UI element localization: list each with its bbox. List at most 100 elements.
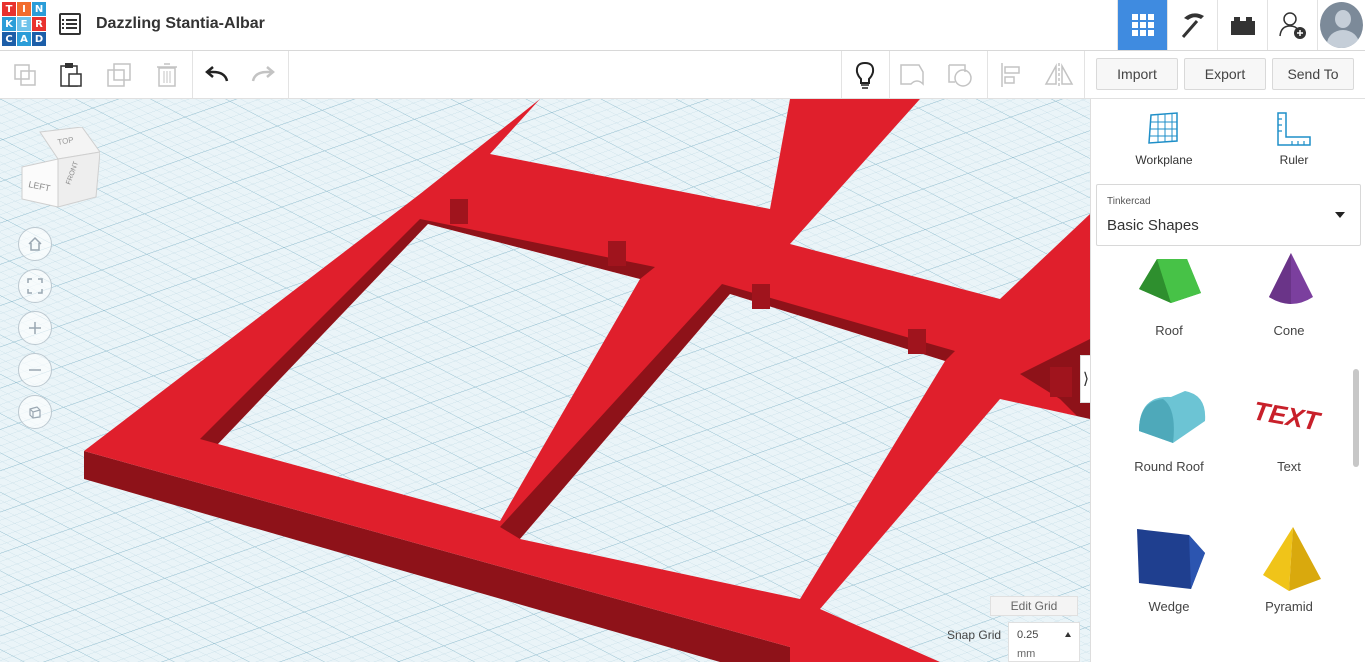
workplane-tool[interactable]: Workplane [1119, 111, 1209, 167]
logo-letter: I [17, 2, 31, 16]
paste-button[interactable] [48, 51, 94, 98]
snap-grid-label: Snap Grid [947, 628, 1002, 642]
workplane-icon [1148, 112, 1178, 144]
text-shape-icon: TEXT [1251, 395, 1324, 436]
duplicate-button[interactable] [96, 51, 142, 98]
logo-letter: E [17, 17, 31, 31]
logo-letter: C [2, 32, 16, 46]
group-button[interactable] [890, 51, 936, 98]
codeblocks-button[interactable] [1167, 0, 1217, 50]
shape-cone[interactable]: Cone [1229, 251, 1349, 338]
shapes-panel: Workplane Ruler Tinkercad Basic Shapes R… [1090, 99, 1365, 662]
ungroup-button[interactable] [938, 51, 984, 98]
logo-letter: A [17, 32, 31, 46]
snap-grid-arrow-icon [1065, 632, 1071, 637]
ruler-icon [1277, 112, 1311, 146]
chevron-right-icon: ⟩ [1082, 371, 1090, 388]
shape-round-roof[interactable]: Round Roof [1109, 387, 1229, 474]
fit-to-view-icon [27, 278, 43, 294]
top-bar: T I N K E R C A D Dazzling Stantia-Albar [0, 0, 1365, 51]
cone-shape-icon [1269, 253, 1313, 304]
align-icon [1001, 62, 1020, 87]
copy-button[interactable] [2, 51, 48, 98]
lego-brick-icon [1230, 17, 1255, 35]
delete-icon [157, 62, 177, 87]
shape-label: Roof [1155, 323, 1183, 338]
redo-button[interactable] [240, 51, 286, 98]
caret-down-icon [1335, 212, 1345, 218]
copy-icon [14, 63, 36, 86]
zoom-out-button[interactable] [18, 353, 52, 387]
zoom-in-button[interactable] [18, 311, 52, 345]
shape-text[interactable]: TEXT Text [1229, 387, 1349, 474]
edit-grid-button[interactable]: Edit Grid [990, 596, 1078, 616]
paste-icon [60, 62, 82, 87]
project-title[interactable]: Dazzling Stantia-Albar [96, 15, 265, 33]
ruler-label: Ruler [1279, 153, 1309, 167]
undo-icon [205, 65, 229, 81]
fit-view-button[interactable] [18, 269, 52, 303]
delete-button[interactable] [144, 51, 190, 98]
shape-library-select[interactable]: Tinkercad Basic Shapes [1096, 184, 1361, 246]
send-to-button[interactable]: Send To [1272, 58, 1354, 90]
export-button[interactable]: Export [1184, 58, 1266, 90]
shape-wedge[interactable]: Wedge [1109, 527, 1229, 614]
file-actions: Import Export Send To [1090, 51, 1365, 99]
shape-pyramid[interactable]: Pyramid [1229, 527, 1349, 614]
home-view-button[interactable] [18, 227, 52, 261]
svg-text:TEXT: TEXT [1251, 395, 1324, 436]
mirror-icon [1044, 62, 1074, 87]
ortho-view-button[interactable] [18, 395, 52, 429]
invite-user-button[interactable] [1267, 0, 1317, 50]
light-bulb-icon [855, 61, 875, 89]
3d-scene[interactable] [0, 99, 1090, 662]
shape-label: Pyramid [1265, 599, 1313, 614]
ruler-tool[interactable]: Ruler [1249, 111, 1339, 167]
minus-icon [29, 369, 41, 371]
workplane-canvas[interactable]: TOP LEFT FRONT Edit Grid Snap Grid 0.25 … [0, 99, 1090, 662]
snap-grid-select[interactable]: 0.25 mm [1008, 622, 1080, 662]
undo-button[interactable] [194, 51, 240, 98]
snap-grid-value: 0.25 [1017, 629, 1039, 641]
workplane-label: Workplane [1135, 153, 1193, 167]
library-provider: Tinkercad [1107, 196, 1151, 207]
align-button[interactable] [988, 51, 1034, 98]
redo-icon [251, 65, 275, 81]
logo-letter: T [2, 2, 16, 16]
pyramid-shape-icon [1263, 527, 1321, 591]
logo-letter: R [32, 17, 46, 31]
mirror-button[interactable] [1036, 51, 1082, 98]
shape-label: Round Roof [1134, 459, 1204, 474]
import-button[interactable]: Import [1096, 58, 1178, 90]
shape-label: Wedge [1148, 599, 1190, 614]
pickaxe-icon [1181, 13, 1204, 38]
logo-letter: K [2, 17, 16, 31]
add-user-icon [1278, 12, 1306, 39]
snap-grid-unit: mm [1017, 648, 1036, 660]
logo-letter: N [32, 2, 46, 16]
duplicate-icon [107, 62, 131, 87]
wedge-shape-icon [1137, 529, 1205, 589]
avatar [1320, 2, 1363, 48]
ungroup-icon [948, 63, 972, 87]
bricks-button[interactable] [1217, 0, 1267, 50]
shape-roof[interactable]: Roof [1109, 251, 1229, 338]
roof-shape-icon [1139, 259, 1201, 303]
panel-scrollbar[interactable] [1353, 369, 1359, 467]
shape-label: Cone [1273, 323, 1305, 338]
round-roof-shape-icon [1139, 391, 1206, 443]
view-cube[interactable]: TOP LEFT FRONT [20, 127, 100, 212]
show-all-button[interactable] [842, 51, 888, 98]
tinkercad-logo[interactable]: T I N K E R C A D [2, 2, 46, 47]
grid-icon [1131, 14, 1154, 36]
shapes-grid: Roof Cone Round Roof TEXT Text Wedge Pyr… [1091, 249, 1351, 662]
plus-icon [29, 322, 41, 334]
group-icon [900, 63, 924, 86]
home-icon [28, 236, 42, 251]
design-menu-icon[interactable] [59, 13, 81, 35]
profile-button[interactable] [1317, 0, 1365, 50]
library-name: Basic Shapes [1107, 217, 1199, 234]
shape-label: Text [1277, 459, 1301, 474]
logo-letter: D [32, 32, 46, 46]
grid-view-button[interactable] [1117, 0, 1167, 50]
